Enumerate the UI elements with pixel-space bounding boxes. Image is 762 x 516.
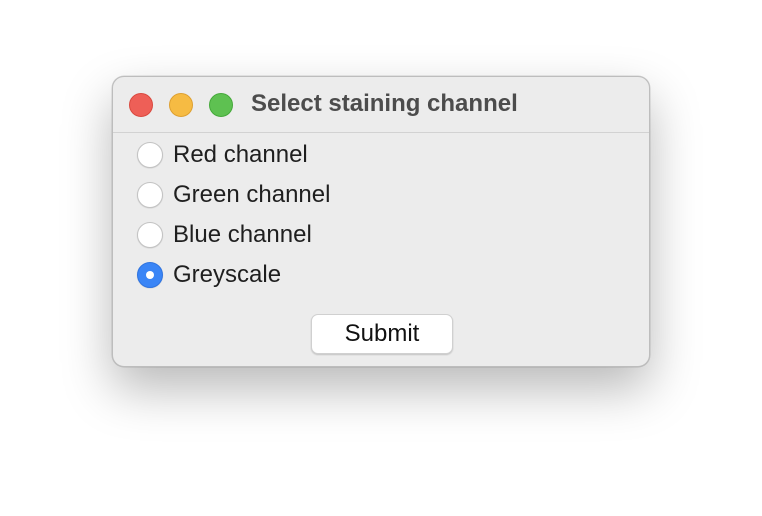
close-icon[interactable] (129, 93, 153, 117)
radio-option-red[interactable]: Red channel (137, 139, 308, 171)
minimize-icon[interactable] (169, 93, 193, 117)
radio-option-greyscale[interactable]: Greyscale (137, 259, 281, 291)
radio-option-green[interactable]: Green channel (137, 179, 330, 211)
title-bar[interactable]: Select staining channel (113, 77, 649, 133)
radio-button[interactable] (137, 222, 163, 248)
radio-button[interactable] (137, 142, 163, 168)
maximize-icon[interactable] (209, 93, 233, 117)
radio-button-selected[interactable] (137, 262, 163, 288)
radio-label: Red channel (173, 141, 308, 168)
submit-button[interactable]: Submit (311, 314, 453, 354)
radio-option-blue[interactable]: Blue channel (137, 219, 312, 251)
radio-button[interactable] (137, 182, 163, 208)
dialog-window: Select staining channel Red channel Gree… (112, 76, 650, 367)
window-title: Select staining channel (251, 90, 518, 117)
radio-label: Blue channel (173, 221, 312, 248)
radio-label: Green channel (173, 181, 331, 208)
radio-label: Greyscale (173, 261, 282, 288)
